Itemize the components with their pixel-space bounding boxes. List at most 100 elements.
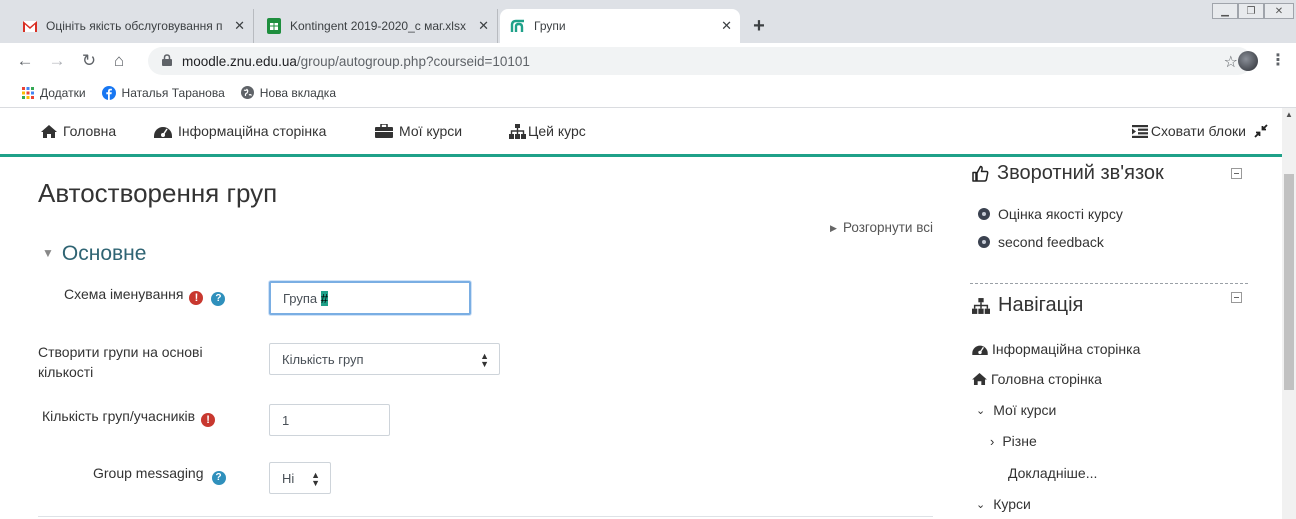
feedback-icon: [978, 208, 990, 220]
count-value: 1: [282, 412, 290, 428]
apps-grid-icon: [22, 86, 34, 99]
chevron-right-icon: ›: [990, 433, 995, 449]
bookmarks-bar: Додатки Наталья Таранова Нова вкладка: [0, 78, 1296, 108]
window-controls: ▁ ❐ ✕: [1212, 3, 1294, 19]
outdent-icon: [1131, 124, 1148, 138]
page-title: Автостворення груп: [38, 178, 278, 208]
close-tab-icon[interactable]: ✕: [478, 18, 489, 34]
scrollbar-thumb[interactable]: [1284, 174, 1294, 390]
collapse-block-icon[interactable]: [1231, 168, 1242, 179]
messaging-label-row: Group messaging?: [93, 463, 226, 485]
reload-icon[interactable]: ↻: [78, 50, 100, 72]
bookmark-label: Наталья Таранова: [121, 85, 225, 100]
compress-icon[interactable]: [1254, 124, 1268, 138]
feedback-link[interactable]: Оцінка якості курсу: [978, 206, 1123, 222]
bookmark-facebook[interactable]: Наталья Таранова: [101, 85, 225, 100]
count-label-row: Кількість груп/учасників!: [42, 406, 216, 427]
tab-sheets[interactable]: Kontingent 2019-2020_с маг.xlsx ✕: [256, 9, 498, 43]
moodle-icon: [510, 18, 526, 34]
expand-all-link[interactable]: ▶ Розгорнути всі: [830, 220, 933, 235]
tab-gmail[interactable]: Оцініть якість обслуговування п ✕: [12, 9, 254, 43]
feedback-block-title: Зворотний зв'язок: [972, 162, 1164, 185]
help-icon[interactable]: ?: [211, 292, 226, 306]
count-label: Кількість груп/учасників: [42, 408, 196, 424]
nav-block-my-courses-label: Мої курси: [993, 402, 1057, 418]
messaging-select[interactable]: Ні ▲ ▼: [269, 462, 331, 494]
bookmark-apps[interactable]: Додатки: [22, 86, 86, 100]
collapse-block-icon[interactable]: [1231, 292, 1242, 303]
sheets-icon: [266, 18, 282, 34]
nav-block-my-courses[interactable]: ⌄ Мої курси: [976, 402, 1056, 418]
lock-icon: [162, 53, 174, 69]
nav-block-site-home[interactable]: Головна сторінка: [972, 371, 1102, 387]
page-scrollbar[interactable]: ▲: [1282, 108, 1296, 519]
nav-block-courses[interactable]: ⌄ Курси: [976, 496, 1031, 512]
nav-block-site-home-label: Головна сторінка: [991, 371, 1102, 387]
messaging-value: Ні: [282, 470, 295, 486]
bookmark-label: Додатки: [40, 85, 86, 100]
nav-dashboard[interactable]: Інформаційна сторінка: [154, 123, 326, 139]
side-blocks: Зворотний зв'язок Оцінка якості курсу se…: [970, 160, 1248, 519]
tab-title: Kontingent 2019-2020_с маг.xlsx: [290, 19, 466, 33]
nav-block-more-label: Докладніше...: [1008, 465, 1098, 481]
close-tab-icon[interactable]: ✕: [721, 18, 732, 34]
nav-this-course-label: Цей курс: [528, 123, 586, 139]
caret-right-icon: ▶: [830, 223, 837, 233]
count-input[interactable]: 1: [269, 404, 390, 436]
scroll-up-icon[interactable]: ▲: [1285, 110, 1293, 119]
back-icon[interactable]: ←: [14, 50, 36, 72]
chevron-down-icon: ⌄: [976, 404, 986, 417]
feedback-icon: [978, 236, 990, 248]
naming-scheme-input[interactable]: Група #: [269, 281, 471, 315]
nav-block-courses-label: Курси: [993, 496, 1031, 512]
group-by-value: Кількість груп: [282, 351, 364, 367]
briefcase-icon: [375, 124, 393, 138]
bookmark-new-tab[interactable]: Нова вкладка: [240, 85, 336, 100]
close-window-icon[interactable]: ✕: [1264, 3, 1294, 19]
profile-avatar[interactable]: [1238, 51, 1258, 71]
expand-all-label: Розгорнути всі: [842, 220, 933, 235]
nav-home[interactable]: Головна: [41, 123, 116, 139]
caret-down-icon: ▼: [42, 246, 54, 260]
feedback-link[interactable]: second feedback: [978, 234, 1104, 250]
sitemap-icon: [509, 123, 526, 139]
menu-kebab-icon[interactable]: ⋮: [1270, 50, 1286, 70]
forward-icon[interactable]: →: [46, 50, 68, 72]
group-by-select[interactable]: Кількість груп ▲ ▼: [269, 343, 500, 375]
group-by-label: Створити групи на основі кількості: [38, 344, 203, 380]
dashboard-icon: [972, 343, 988, 355]
thumbs-up-icon: [972, 165, 989, 182]
nav-block-misc-label: Різне: [1002, 433, 1037, 449]
facebook-icon: [101, 85, 116, 100]
block-separator: [970, 283, 1248, 284]
close-tab-icon[interactable]: ✕: [234, 18, 245, 34]
bookmark-star-icon[interactable]: ☆: [1224, 52, 1238, 72]
required-icon: !: [201, 413, 216, 427]
bookmark-label: Нова вкладка: [259, 85, 336, 100]
tab-groups[interactable]: Групи ✕: [500, 9, 740, 43]
home-icon[interactable]: ⌂: [108, 50, 130, 72]
nav-block-more[interactable]: Докладніше...: [1008, 465, 1097, 481]
home-icon: [972, 373, 987, 385]
naming-scheme-value: Група: [283, 290, 321, 306]
nav-block-dashboard[interactable]: Інформаційна сторінка: [972, 341, 1140, 357]
nav-my-courses-label: Мої курси: [399, 123, 463, 139]
navigation-block-title: Навігація: [972, 294, 1083, 317]
nav-dashboard-label: Інформаційна сторінка: [178, 123, 327, 139]
section-header-general[interactable]: ▼ Основне: [42, 242, 146, 266]
nav-my-courses[interactable]: Мої курси: [375, 123, 462, 139]
nav-this-course[interactable]: Цей курс: [509, 123, 586, 139]
feedback-link-label: Оцінка якості курсу: [998, 206, 1123, 222]
address-bar[interactable]: moodle.znu.edu.ua/group/autogroup.php?co…: [148, 47, 1252, 75]
help-icon[interactable]: ?: [211, 471, 226, 485]
hide-blocks-button[interactable]: Сховати блоки: [1131, 123, 1268, 139]
home-icon: [41, 124, 57, 138]
nav-block-misc[interactable]: › Різне: [990, 433, 1037, 449]
minimize-icon[interactable]: ▁: [1212, 3, 1238, 19]
tab-title: Оцініть якість обслуговування п: [46, 19, 223, 33]
new-tab-button[interactable]: +: [747, 14, 771, 38]
restore-icon[interactable]: ❐: [1238, 3, 1264, 19]
moodle-navbar: Головна Інформаційна сторінка Мої курси …: [0, 108, 1282, 157]
browser-toolbar: ← → ↻ ⌂ moodle.znu.edu.ua/group/autogrou…: [0, 43, 1296, 78]
select-arrows-icon: ▲ ▼: [311, 470, 320, 488]
